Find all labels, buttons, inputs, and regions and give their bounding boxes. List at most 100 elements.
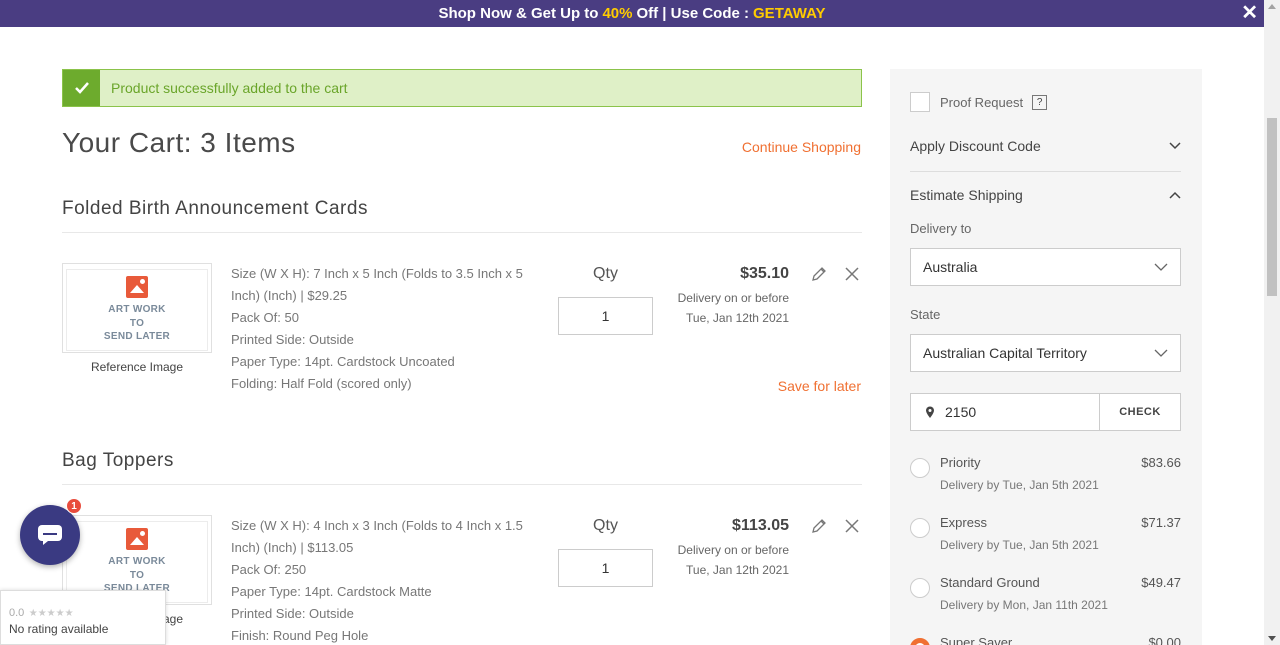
proof-request-checkbox[interactable]	[910, 92, 930, 112]
spec-line: Finish: Round Peg Hole	[231, 628, 369, 643]
check-icon	[63, 70, 100, 106]
shipping-price: $0.00	[1148, 635, 1181, 645]
item-title: Bag Toppers	[62, 450, 174, 471]
qty-input[interactable]	[558, 297, 653, 335]
shipping-radio[interactable]	[910, 518, 930, 538]
spec-line: Pack Of: 50	[231, 310, 299, 325]
art-text-2: TO	[129, 317, 145, 329]
country-select[interactable]: Australia	[910, 248, 1181, 286]
spec-line: Paper Type: 14pt. Cardstock Uncoated	[231, 354, 455, 369]
page-title: Your Cart: 3 Items	[62, 127, 296, 158]
shipping-price: $49.47	[1141, 575, 1181, 590]
art-text-2: TO	[129, 569, 145, 581]
scroll-thumb[interactable]	[1267, 118, 1277, 296]
image-icon	[126, 276, 148, 299]
reference-image-label: Reference Image	[90, 360, 184, 374]
item-price: $113.05	[732, 517, 789, 534]
estimate-shipping-label: Estimate Shipping	[910, 187, 1023, 203]
zip-input[interactable]: 2150	[911, 394, 1100, 430]
qty-input[interactable]	[558, 549, 653, 587]
order-summary-sidebar: Proof Request ? Apply Discount Code Esti…	[890, 69, 1202, 645]
shipping-price: $71.37	[1141, 515, 1181, 530]
edit-icon[interactable]	[810, 265, 828, 283]
scroll-down-icon[interactable]	[1268, 636, 1276, 641]
chevron-up-icon	[1169, 191, 1181, 199]
shipping-radio[interactable]	[910, 578, 930, 598]
delivery-info: Delivery on or before Tue, Jan 12th 2021	[678, 540, 789, 580]
divider	[62, 232, 862, 233]
scrollbar[interactable]	[1264, 0, 1280, 645]
reference-image[interactable]: ART WORK TO SEND LATER	[62, 263, 212, 353]
country-value: Australia	[923, 259, 978, 275]
promo-text-1: Shop Now & Get Up to	[438, 5, 599, 22]
chat-icon	[38, 525, 62, 545]
location-pin-icon	[926, 406, 934, 418]
continue-shopping-link[interactable]: Continue Shopping	[742, 139, 861, 155]
proof-request: Proof Request ?	[910, 92, 1048, 112]
spec-line: Printed Side: Outside	[231, 606, 354, 621]
estimate-shipping-toggle[interactable]: Estimate Shipping	[910, 187, 1181, 203]
delivery-info: Delivery on or before Tue, Jan 12th 2021	[678, 288, 789, 328]
promo-text-2: Off | Use Code :	[636, 5, 750, 22]
shipping-price: $83.66	[1141, 455, 1181, 470]
chat-badge: 1	[66, 498, 82, 514]
edit-icon[interactable]	[810, 517, 828, 535]
remove-icon[interactable]	[843, 517, 861, 535]
chevron-down-icon	[1169, 142, 1181, 150]
help-icon[interactable]: ?	[1032, 94, 1048, 110]
shipping-name: Express	[940, 515, 987, 530]
promo-percent: 40%	[602, 5, 633, 22]
check-button[interactable]: CHECK	[1100, 394, 1180, 430]
shipping-radio-selected[interactable]	[910, 638, 930, 645]
spec-line: Pack Of: 250	[231, 562, 307, 577]
promo-banner: Shop Now & Get Up to 40% Off | Use Code …	[0, 0, 1264, 27]
divider	[910, 171, 1181, 172]
shipping-radio[interactable]	[910, 458, 930, 478]
delivery-prefix: Delivery on or before	[677, 291, 789, 305]
success-alert: Product successfully added to the cart	[62, 69, 862, 107]
qty-label: Qty	[593, 265, 618, 282]
item-price: $35.10	[740, 265, 789, 282]
rating-widget[interactable]: 0.0 ★★★★★ No rating available	[0, 590, 166, 645]
delivery-prefix: Delivery on or before	[677, 543, 789, 557]
shipping-date: Delivery by Tue, Jan 5th 2021	[940, 478, 1099, 492]
item-specs: Size (W X H): 4 Inch x 3 Inch (Folds to …	[231, 515, 531, 645]
qty-label: Qty	[593, 517, 618, 534]
chevron-down-icon	[1154, 263, 1168, 271]
art-text-3: SEND LATER	[103, 331, 171, 343]
shipping-date: Delivery by Tue, Jan 5th 2021	[940, 538, 1099, 552]
chat-button[interactable]	[20, 505, 80, 565]
proof-request-label: Proof Request	[940, 94, 1024, 110]
spec-line: Size (W X H): 4 Inch x 3 Inch (Folds to …	[231, 518, 523, 555]
item-title: Folded Birth Announcement Cards	[62, 198, 368, 219]
shipping-name: Priority	[940, 455, 981, 470]
delivery-date: Tue, Jan 12th 2021	[686, 311, 789, 325]
delivery-date: Tue, Jan 12th 2021	[686, 563, 789, 577]
rating-score: 0.0	[9, 607, 25, 619]
item-specs: Size (W X H): 7 Inch x 5 Inch (Folds to …	[231, 263, 531, 395]
promo-code: GETAWAY	[753, 5, 826, 22]
state-value: Australian Capital Territory	[923, 345, 1087, 361]
shipping-name: Super Saver	[940, 635, 1013, 645]
promo-close-icon[interactable]: ✕	[1241, 2, 1258, 24]
art-text-1: ART WORK	[108, 304, 166, 316]
apply-discount-label: Apply Discount Code	[910, 138, 1041, 154]
remove-icon[interactable]	[843, 265, 861, 283]
image-icon	[126, 528, 148, 551]
shipping-name: Standard Ground	[940, 575, 1040, 590]
divider	[62, 484, 862, 485]
apply-discount-toggle[interactable]: Apply Discount Code	[910, 138, 1181, 154]
shipping-date: Delivery by Mon, Jan 11th 2021	[940, 598, 1108, 612]
scroll-up-icon[interactable]	[1268, 4, 1276, 9]
chevron-down-icon	[1154, 349, 1168, 357]
rating-stars-icon: ★★★★★	[28, 608, 74, 619]
zip-form: 2150 CHECK	[910, 393, 1181, 431]
spec-line: Size (W X H): 7 Inch x 5 Inch (Folds to …	[231, 266, 523, 303]
save-for-later-link[interactable]: Save for later	[778, 378, 861, 394]
rating-text: No rating available	[9, 622, 109, 636]
zip-value: 2150	[945, 404, 977, 420]
art-text-1: ART WORK	[108, 556, 166, 568]
spec-line: Folding: Half Fold (scored only)	[231, 376, 412, 391]
delivery-to-label: Delivery to	[910, 221, 972, 236]
state-select[interactable]: Australian Capital Territory	[910, 334, 1181, 372]
